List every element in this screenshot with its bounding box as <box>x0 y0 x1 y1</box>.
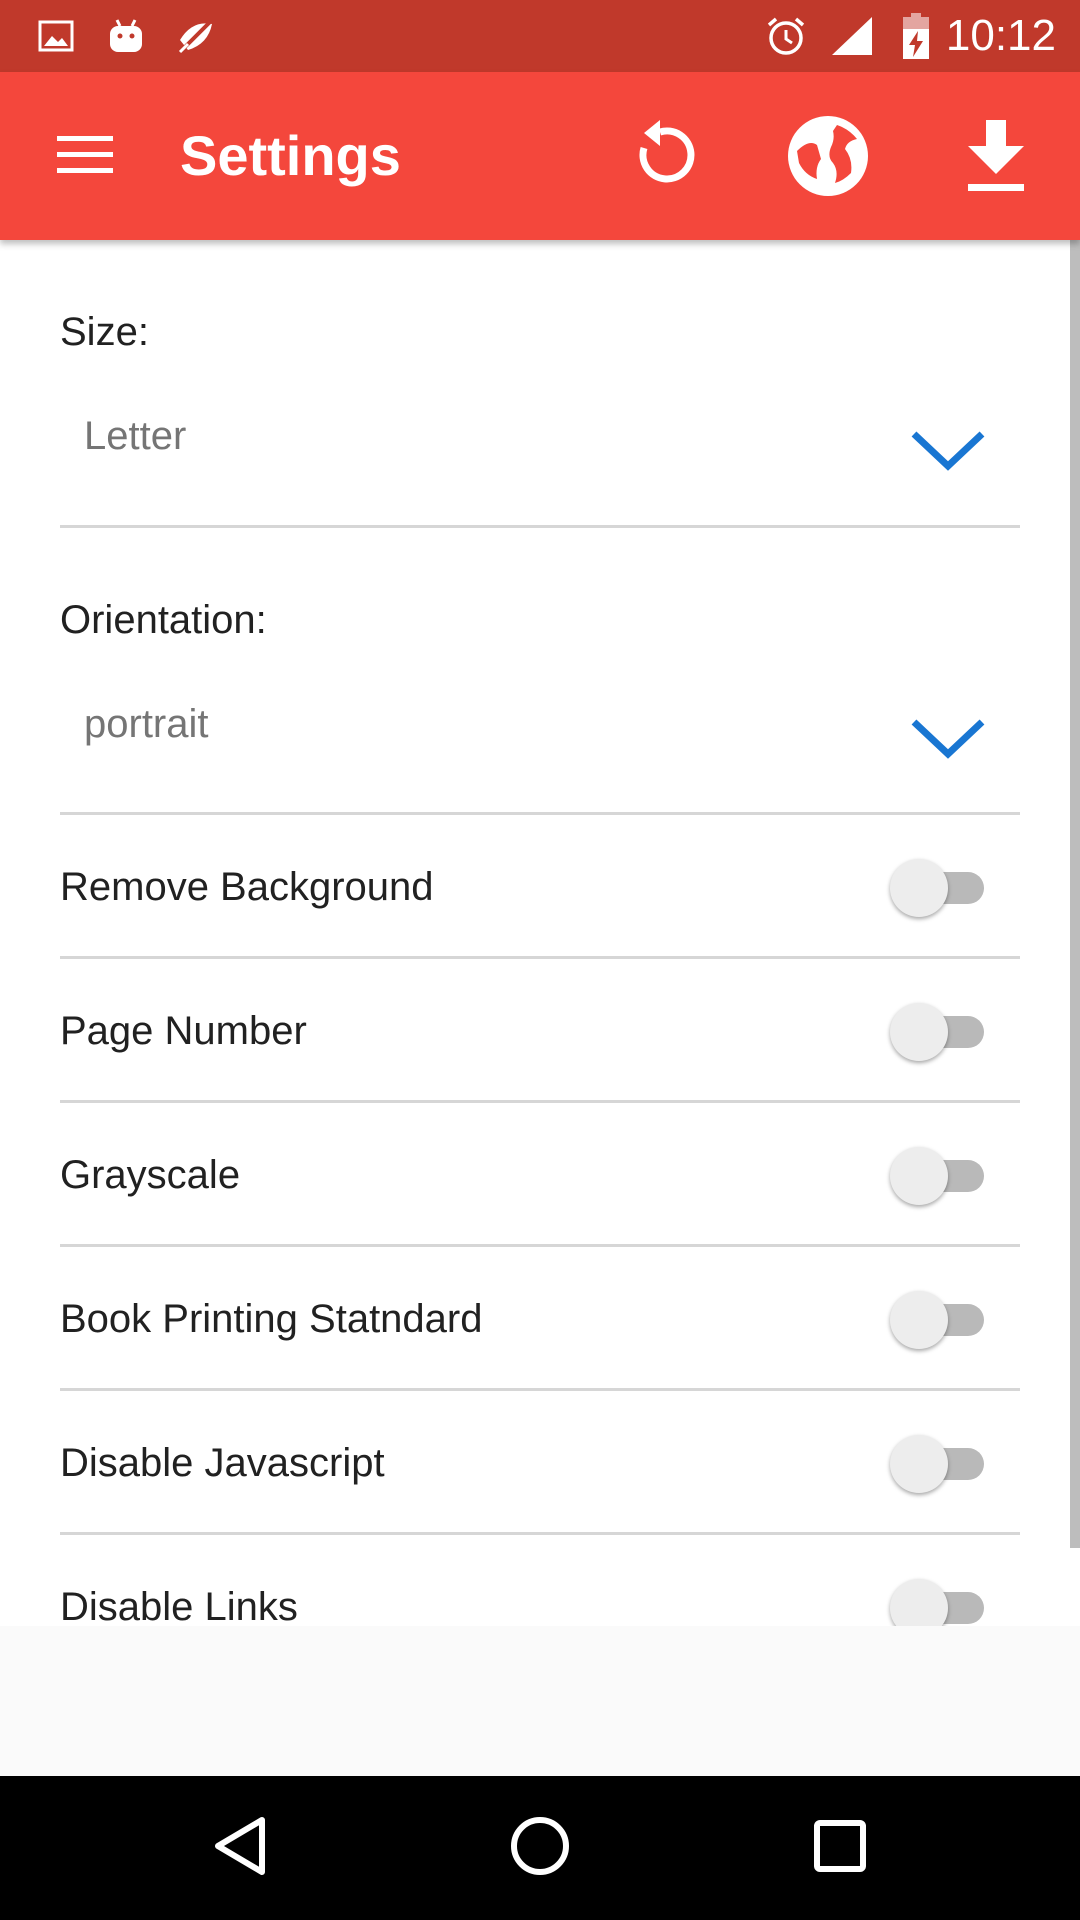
grayscale-switch[interactable] <box>890 1147 986 1205</box>
page-title: Settings <box>180 124 401 187</box>
recents-button[interactable] <box>790 1798 890 1898</box>
status-clock: 10:12 <box>945 11 1056 60</box>
footer-area <box>0 1626 1080 1776</box>
page-number-switch[interactable] <box>890 1003 986 1061</box>
back-icon <box>212 1816 268 1881</box>
image-icon <box>34 14 78 58</box>
toggle-label: Disable Javascript <box>60 1441 385 1485</box>
globe-button[interactable] <box>780 110 876 206</box>
back-button[interactable] <box>190 1798 290 1898</box>
download-button[interactable] <box>948 110 1044 206</box>
toggle-row-disable-links[interactable]: Disable Links <box>60 1535 1020 1626</box>
hamburger-menu-icon <box>57 134 113 179</box>
orientation-dropdown[interactable]: portrait <box>60 678 1020 808</box>
refresh-icon <box>624 119 696 197</box>
orientation-value: portrait <box>84 702 209 746</box>
toggle-row-book-printing[interactable]: Book Printing Statndard <box>60 1247 1020 1391</box>
size-value: Letter <box>84 414 187 458</box>
navigation-bar <box>0 1776 1080 1920</box>
home-icon <box>510 1816 570 1881</box>
toggle-row-grayscale[interactable]: Grayscale <box>60 1103 1020 1247</box>
refresh-button[interactable] <box>612 110 708 206</box>
remove-background-switch[interactable] <box>890 859 986 917</box>
alarm-icon <box>764 14 808 58</box>
chevron-down-icon <box>910 430 986 477</box>
battery-charging-icon <box>894 13 938 59</box>
toggle-label: Book Printing Statndard <box>60 1297 483 1341</box>
menu-button[interactable] <box>40 116 130 196</box>
toggle-row-page-number[interactable]: Page Number <box>60 959 1020 1103</box>
toggle-label: Disable Links <box>60 1585 298 1626</box>
satellite-icon <box>174 14 218 58</box>
size-label: Size: <box>60 310 149 354</box>
toggle-label: Remove Background <box>60 865 434 909</box>
globe-icon <box>787 115 869 202</box>
chevron-down-icon <box>910 718 986 765</box>
toggle-label: Grayscale <box>60 1153 241 1197</box>
download-icon <box>966 119 1026 197</box>
size-dropdown[interactable]: Letter <box>60 390 1020 520</box>
orientation-label: Orientation: <box>60 598 267 642</box>
app-bar: Settings <box>0 72 1080 240</box>
recents-icon <box>813 1819 867 1878</box>
divider <box>60 525 1020 528</box>
settings-content[interactable]: Size: Letter Orientation: portrait Remov… <box>0 240 1080 1626</box>
disable-javascript-switch[interactable] <box>890 1435 986 1493</box>
home-button[interactable] <box>490 1798 590 1898</box>
signal-icon <box>830 14 874 58</box>
book-printing-switch[interactable] <box>890 1291 986 1349</box>
scrollbar[interactable] <box>1070 240 1080 1548</box>
toggle-label: Page Number <box>60 1009 307 1053</box>
toggle-row-remove-background[interactable]: Remove Background <box>60 815 1020 959</box>
android-debug-icon <box>104 14 148 58</box>
status-bar: 10:12 <box>0 0 1080 72</box>
disable-links-switch[interactable] <box>890 1579 986 1626</box>
toggle-row-disable-javascript[interactable]: Disable Javascript <box>60 1391 1020 1535</box>
